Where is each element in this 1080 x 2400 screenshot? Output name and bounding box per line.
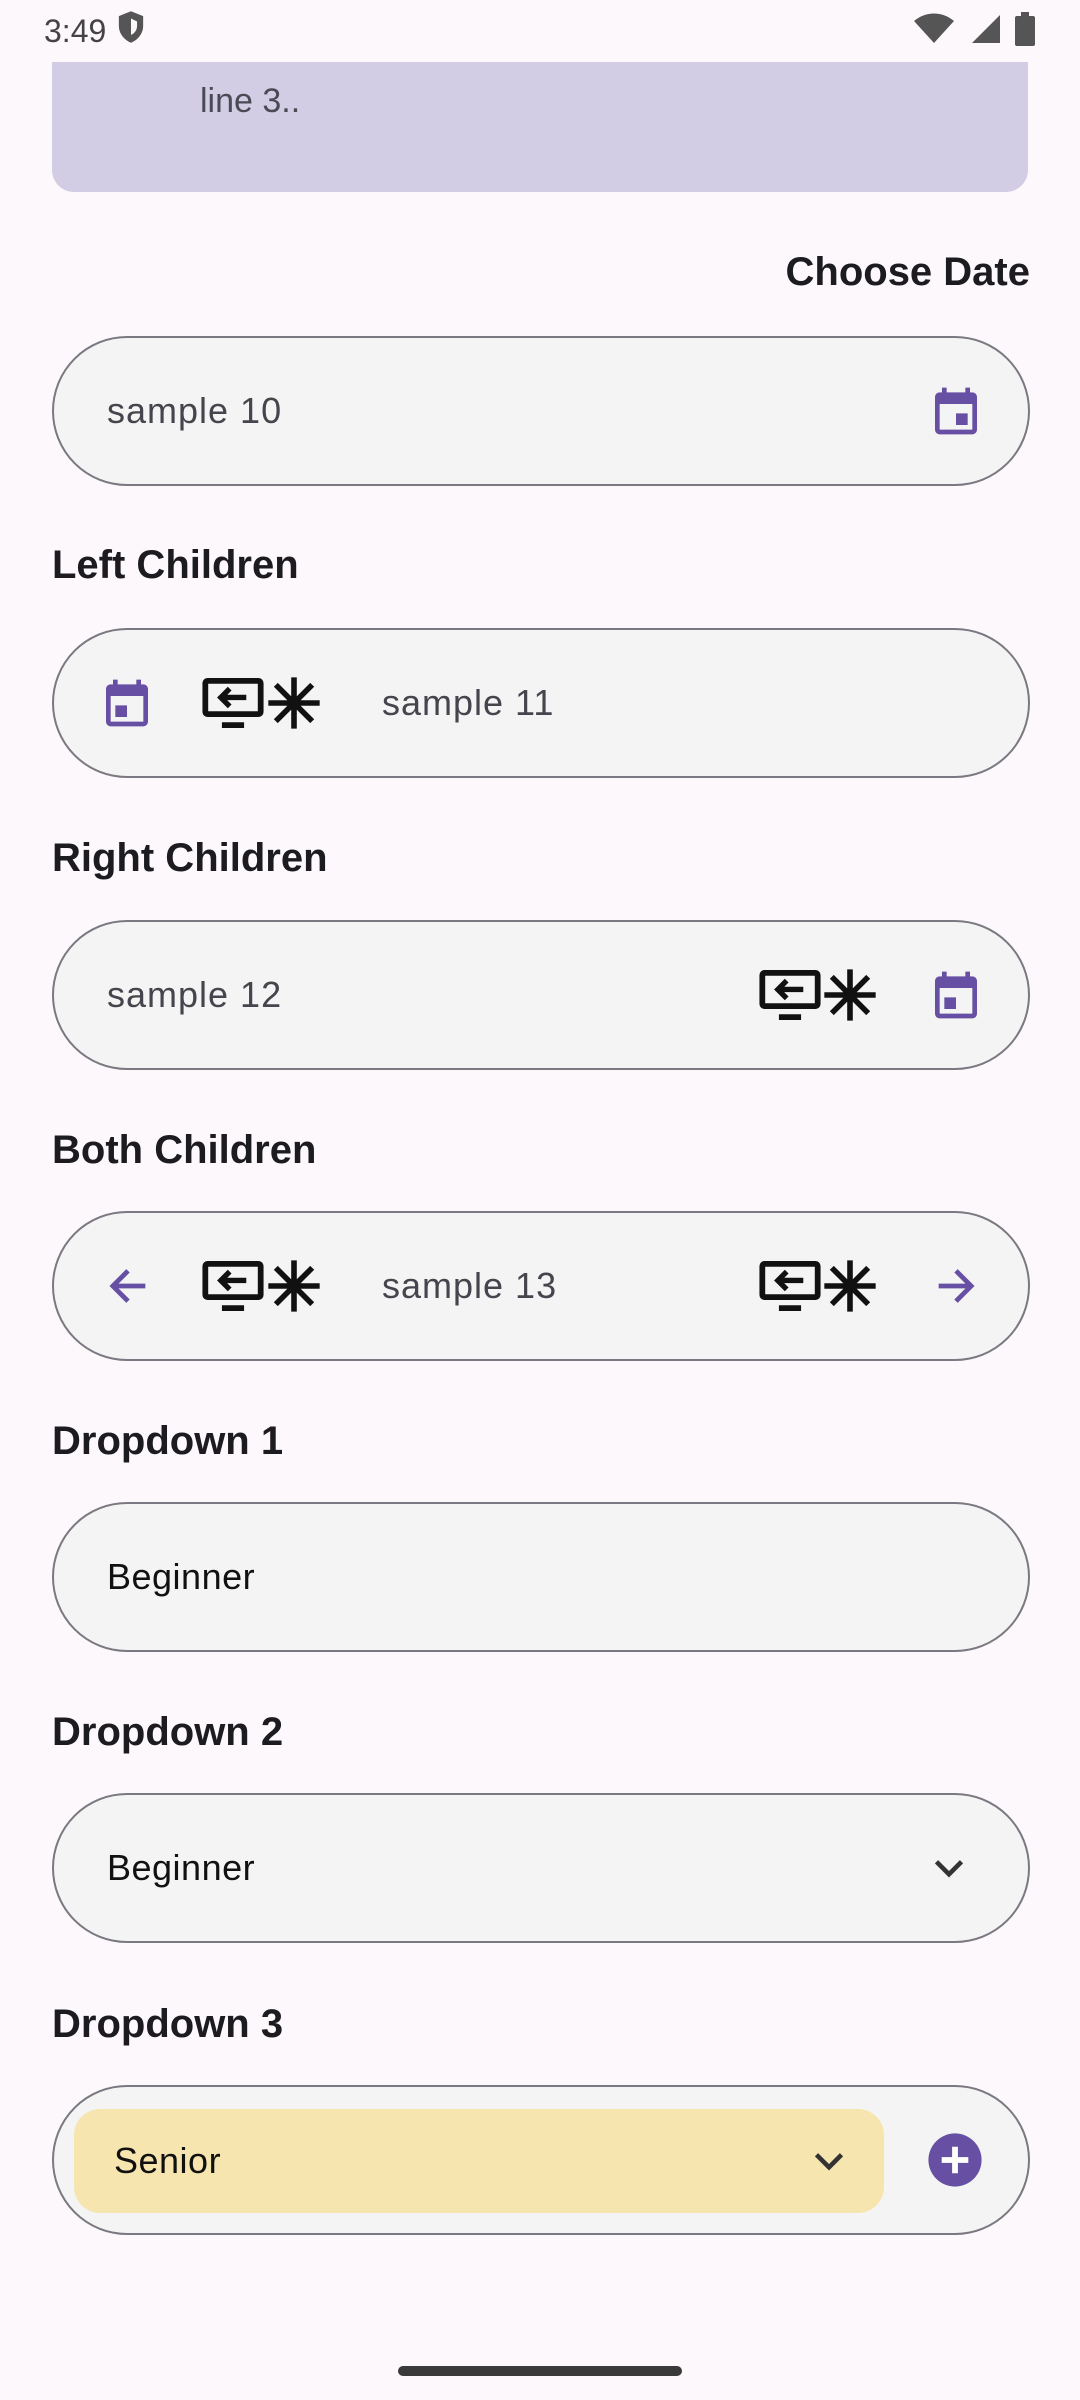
dropdown3-title: Dropdown 3 — [52, 2002, 284, 2046]
dropdown3-value: Senior — [114, 2140, 222, 2181]
screen-share-icon — [759, 967, 821, 1023]
dropdown2-value: Beginner — [107, 1847, 256, 1888]
screen-share-icon — [202, 1258, 264, 1314]
multiline-card: line 3.. — [52, 62, 1028, 192]
left-children-value: sample 11 — [382, 682, 555, 723]
snowflake-icon — [822, 967, 878, 1023]
right-children-title: Right Children — [52, 836, 328, 880]
dropdown2-field[interactable]: Beginner — [52, 1793, 1030, 1943]
dropdown1-title: Dropdown 1 — [52, 1419, 284, 1463]
right-children-field[interactable]: sample 12 — [52, 920, 1030, 1070]
chevron-down-icon[interactable] — [804, 2136, 854, 2186]
dropdown1-field[interactable]: Beginner — [52, 1502, 1030, 1652]
both-children-field[interactable]: sample 13 — [52, 1211, 1030, 1361]
signal-icon — [968, 13, 1000, 50]
both-children-value: sample 13 — [382, 1265, 558, 1306]
clock: 3:49 — [44, 12, 107, 49]
calendar-icon[interactable] — [928, 383, 984, 439]
status-right — [914, 11, 1036, 51]
chevron-down-icon[interactable] — [924, 1843, 974, 1893]
dropdown1-value: Beginner — [107, 1556, 256, 1597]
status-bar: 3:49 — [0, 0, 1080, 62]
choose-date-value: sample 10 — [107, 390, 283, 431]
snowflake-icon — [822, 1258, 878, 1314]
screen-share-icon — [202, 675, 264, 731]
add-circle-icon[interactable] — [926, 2131, 984, 2189]
calendar-icon[interactable] — [928, 967, 984, 1023]
battery-icon — [1014, 11, 1036, 51]
shield-icon — [116, 10, 146, 52]
right-children-value: sample 12 — [107, 974, 283, 1015]
arrow-back-icon[interactable] — [102, 1260, 154, 1312]
choose-date-title: Choose Date — [785, 250, 1031, 294]
screen-share-icon — [759, 1258, 821, 1314]
choose-date-field[interactable]: sample 10 — [52, 336, 1030, 486]
left-children-title: Left Children — [52, 543, 299, 587]
dropdown3-field: Senior — [52, 2085, 1030, 2235]
snowflake-icon — [266, 1258, 322, 1314]
dropdown3-select[interactable]: Senior — [74, 2109, 884, 2213]
left-children-field[interactable]: sample 11 — [52, 628, 1030, 778]
snowflake-icon — [266, 675, 322, 731]
home-indicator[interactable] — [398, 2366, 682, 2376]
status-left: 3:49 — [44, 10, 146, 52]
arrow-forward-icon[interactable] — [930, 1260, 982, 1312]
dropdown2-title: Dropdown 2 — [52, 1710, 284, 1754]
both-children-title: Both Children — [52, 1128, 317, 1172]
card-text: line 3.. — [200, 82, 301, 120]
wifi-icon — [914, 13, 954, 50]
calendar-icon[interactable] — [99, 675, 155, 731]
